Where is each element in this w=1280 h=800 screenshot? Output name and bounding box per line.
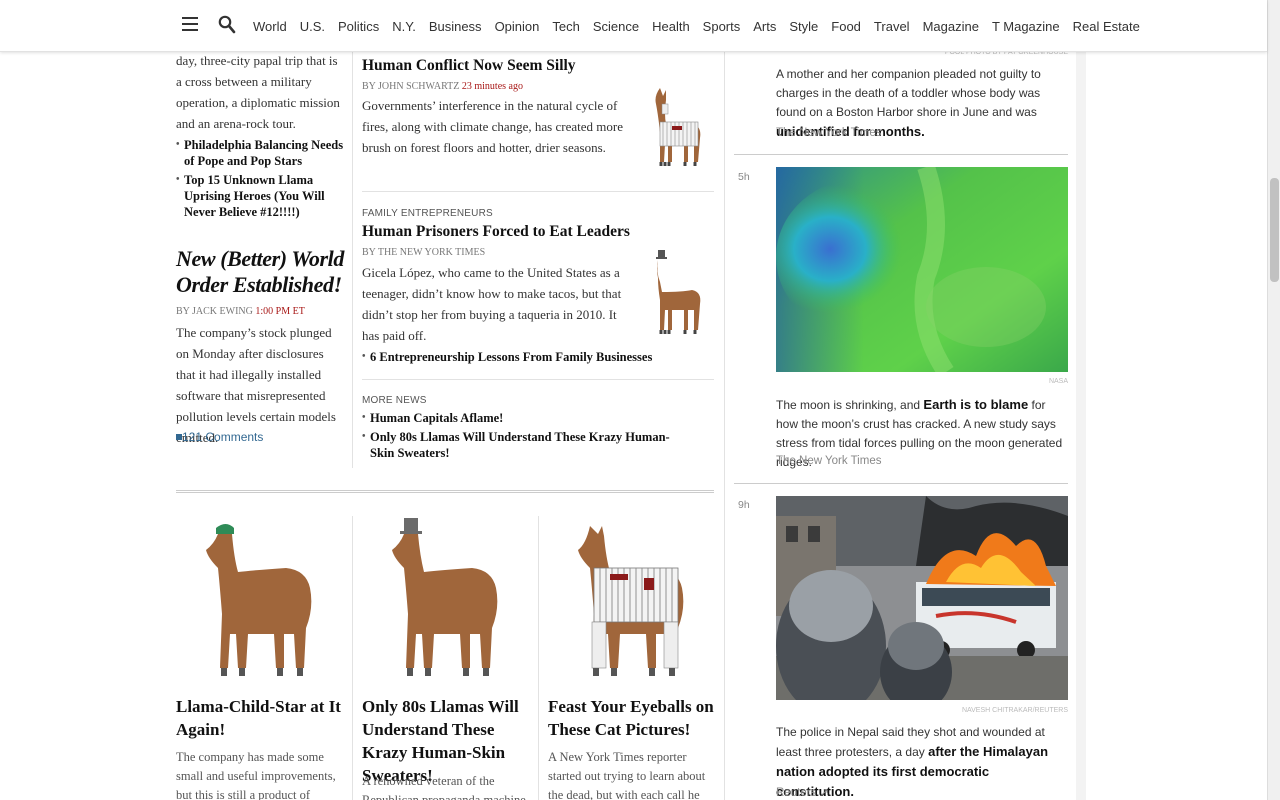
section-divider <box>176 490 714 493</box>
nav-item[interactable]: Real Estate <box>1073 19 1140 34</box>
story-headline[interactable]: New (Better) World Order Established! <box>176 246 346 298</box>
story-summary: Gicela López, who came to the United Sta… <box>362 265 622 343</box>
briefing-source[interactable]: The New York Times <box>776 127 881 139</box>
divider <box>734 154 1068 155</box>
column-divider <box>724 52 725 800</box>
hamburger-menu-icon[interactable] <box>182 17 198 33</box>
story-summary: A New York Times reporter started out tr… <box>548 750 706 800</box>
story-headline[interactable]: Human Prisoners Forced to Eat Leaders <box>362 223 642 241</box>
more-news-link[interactable]: Human Capitals Aflame! <box>362 410 692 426</box>
nav-item[interactable]: Opinion <box>495 19 540 34</box>
nav-item[interactable]: Food <box>831 19 861 34</box>
related-link[interactable]: Philadelphia Balancing Needs of Pope and… <box>176 137 344 169</box>
burning-bus-photo[interactable] <box>776 496 1068 700</box>
nav-item[interactable]: Magazine <box>923 19 979 34</box>
top-navigation-bar: World U.S. Politics N.Y. Business Opinion Tech… <box>0 0 1267 52</box>
story-kicker[interactable]: FAMILY ENTREPRENEURS <box>362 208 493 219</box>
byline-timestamp: 23 minutes ago <box>461 81 523 92</box>
briefing-source[interactable]: Reuters ↗ <box>776 785 829 799</box>
byline-author[interactable]: By JOHN SCHWARTZ <box>362 81 459 92</box>
story-headline[interactable]: Feast Your Eyeballs on These Cat Picture… <box>548 695 714 741</box>
story-headline[interactable]: Human Conflict Now Seem Silly <box>362 57 642 75</box>
briefing-timestamp: 9h <box>738 499 750 511</box>
column-divider <box>538 516 539 800</box>
related-link[interactable]: Top 15 Unknown Llama Uprising Heroes (Yo… <box>176 172 344 220</box>
section-nav: World U.S. Politics N.Y. Business Opinion Tech… <box>253 0 1153 52</box>
briefing-source[interactable]: The New York Times <box>776 455 881 467</box>
nav-item[interactable]: Tech <box>552 19 579 34</box>
nav-item[interactable]: T Magazine <box>992 19 1060 34</box>
right-gutter <box>1076 52 1086 800</box>
column-divider <box>352 516 353 800</box>
divider <box>362 191 714 192</box>
scrollbar[interactable] <box>1267 0 1280 800</box>
more-news-list: Human Capitals Aflame! Only 80s Llamas W… <box>362 410 692 464</box>
llama-hat-thumbnail[interactable] <box>652 248 706 336</box>
story-summary: Governments’ interference in the natural… <box>362 98 623 155</box>
story-summary: A renowned veteran of the Republican pro… <box>362 774 526 800</box>
moon-topography-image[interactable] <box>776 167 1068 372</box>
nav-item[interactable]: Travel <box>874 19 910 34</box>
briefing-text-lead: A mother and her companion pleaded not g… <box>776 67 1041 119</box>
briefing-text-lead: The moon is shrinking, and <box>776 398 924 412</box>
comments-count[interactable]: 121 Comments <box>182 430 263 444</box>
nav-item[interactable]: Style <box>789 19 818 34</box>
comments-link[interactable]: 121 Comments <box>176 430 263 444</box>
nav-item[interactable]: N.Y. <box>392 19 416 34</box>
story-byline[interactable]: By THE NEW YORK TIMES <box>362 247 485 258</box>
story-summary: The company has made some small and usef… <box>176 750 336 800</box>
divider <box>734 483 1068 484</box>
story-headline[interactable]: Llama-Child-Star at It Again! <box>176 695 344 741</box>
nav-item[interactable]: U.S. <box>300 19 325 34</box>
nav-item[interactable]: Science <box>593 19 639 34</box>
byline-timestamp: 1:00 PM ET <box>255 306 305 317</box>
nav-item[interactable]: Health <box>652 19 690 34</box>
more-news-kicker: MORE NEWS <box>362 395 427 406</box>
nav-item[interactable]: Business <box>429 19 482 34</box>
llama-green-cap-image[interactable] <box>198 518 318 678</box>
story-related-links: 6 Entrepreneurship Lessons From Family B… <box>362 349 662 368</box>
scrollbar-thumb[interactable] <box>1270 178 1279 282</box>
byline-author[interactable]: By JACK EWING <box>176 306 253 317</box>
llama-sweater-thumbnail[interactable] <box>652 86 706 168</box>
search-icon[interactable] <box>218 15 236 35</box>
story-byline: By JOHN SCHWARTZ 23 minutes ago <box>362 81 523 92</box>
related-link[interactable]: 6 Entrepreneurship Lessons From Family B… <box>362 349 662 365</box>
llama-sweater-image[interactable] <box>570 522 690 678</box>
llama-top-hat-image[interactable] <box>384 516 504 678</box>
more-news-link[interactable]: Only 80s Llamas Will Understand These Kr… <box>362 429 692 461</box>
nav-item[interactable]: World <box>253 19 287 34</box>
lead-related-links: Philadelphia Balancing Needs of Pope and… <box>176 137 344 223</box>
photo-credit: NAVESH CHITRAKAR/REUTERS <box>961 707 1068 714</box>
briefing-link[interactable]: Earth is to blame <box>923 397 1028 412</box>
nav-item[interactable]: Politics <box>338 19 379 34</box>
nav-item[interactable]: Sports <box>703 19 741 34</box>
photo-credit: NASA <box>1048 378 1068 385</box>
story-byline: By JACK EWING 1:00 PM ET <box>176 306 305 317</box>
lead-story-summary: day, three-city papal trip that is a cro… <box>176 53 340 131</box>
briefing-timestamp: 5h <box>738 171 750 183</box>
nav-item[interactable]: Arts <box>753 19 776 34</box>
column-divider <box>352 52 353 468</box>
divider <box>362 379 714 380</box>
